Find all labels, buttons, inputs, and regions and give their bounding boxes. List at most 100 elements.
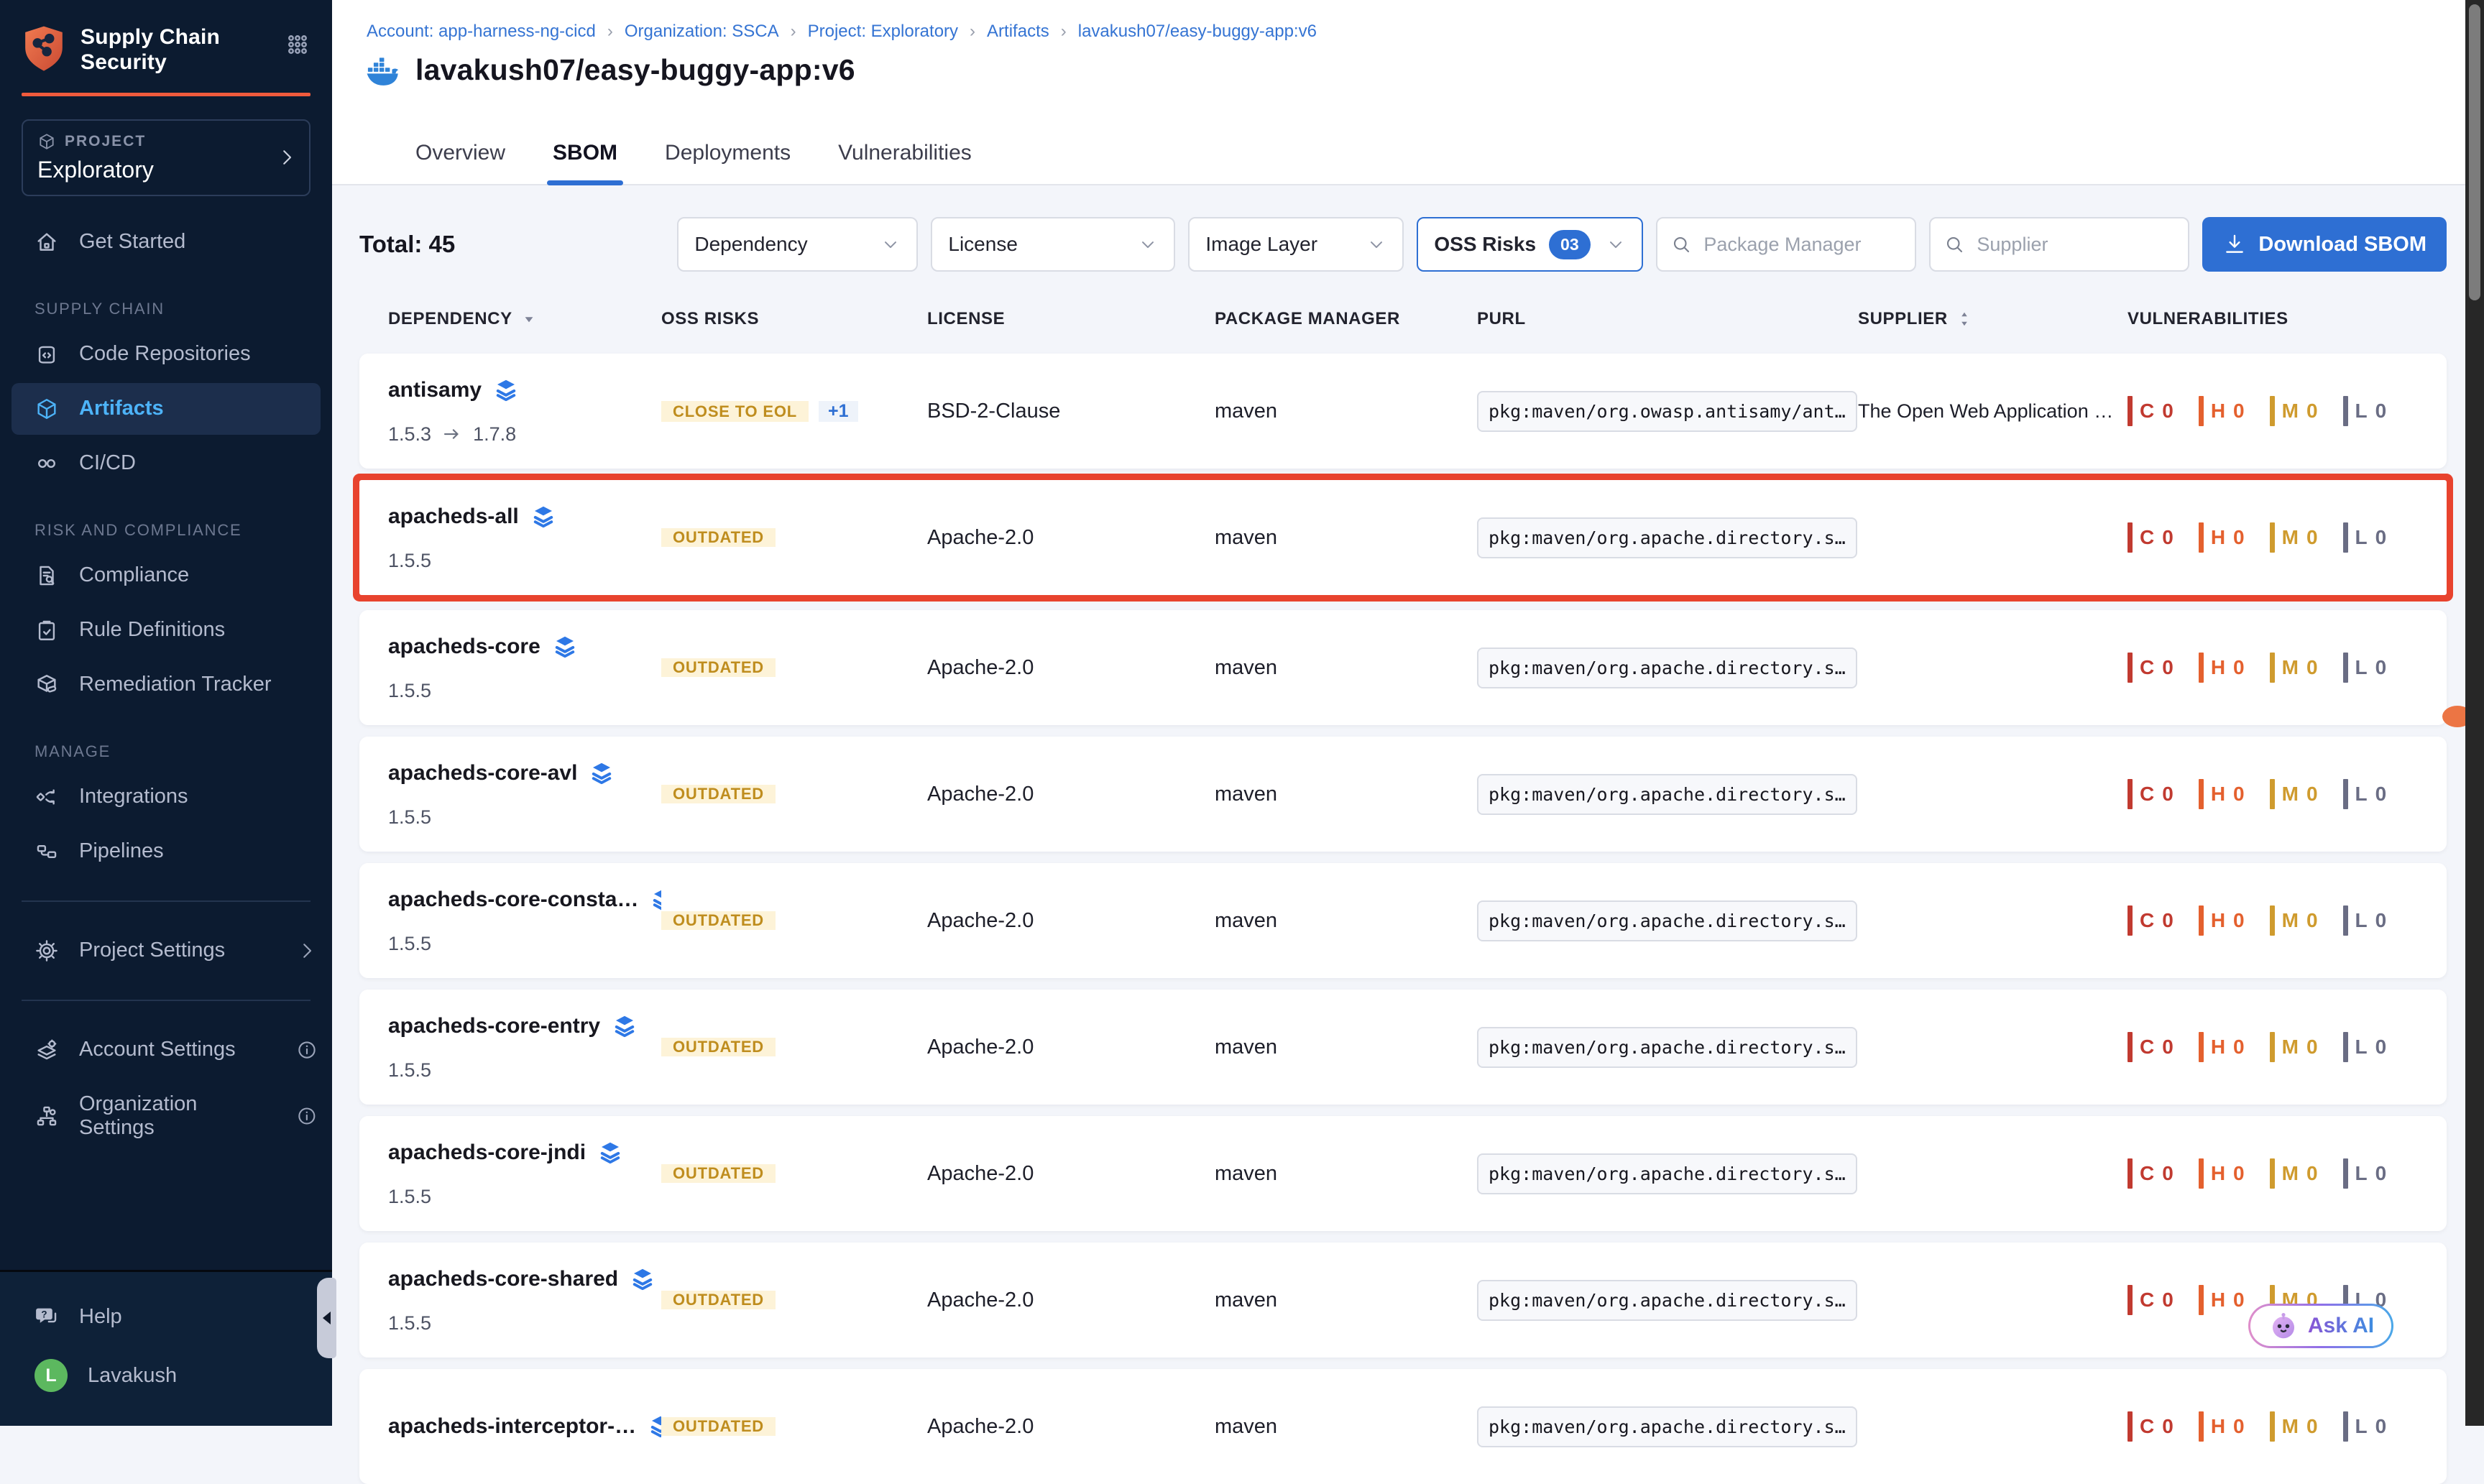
dependency-version: 1.5.5 (388, 806, 661, 829)
breadcrumb-link[interactable]: Project: Exploratory (808, 22, 958, 42)
severity-count: 0 (2375, 400, 2388, 423)
gear-icon (34, 939, 59, 963)
severity-count: 0 (2375, 1415, 2388, 1438)
sidebar-item-organization-settings[interactable]: Organization Settings (0, 1077, 332, 1155)
filter-oss-risks[interactable]: OSS Risks 03 (1417, 217, 1643, 272)
supplier-input[interactable] (1975, 233, 2175, 257)
app-switcher-grid-icon[interactable] (285, 32, 310, 57)
column-header-dependency[interactable]: DEPENDENCY (388, 309, 661, 329)
download-sbom-button[interactable]: Download SBOM (2202, 217, 2447, 272)
table-row[interactable]: apacheds-core-jndi1.5.5OUTDATEDApache-2.… (359, 1116, 2447, 1231)
package-manager-cell: maven (1215, 656, 1477, 680)
nav-section-header: MANAGE (34, 742, 332, 761)
purl-value[interactable]: pkg:maven/org.apache.directory.s… (1477, 1280, 1857, 1321)
vuln-high: H0 (2199, 653, 2245, 683)
filter-dropdowns: Dependency License Image Layer (677, 217, 1404, 272)
dependency-cell: apacheds-core-jndi1.5.5 (388, 1140, 661, 1208)
package-manager-cell: maven (1215, 1415, 1477, 1439)
breadcrumb-link[interactable]: lavakush07/easy-buggy-app:v6 (1078, 22, 1317, 42)
tab-vulnerabilities[interactable]: Vulnerabilities (838, 141, 972, 184)
severity-label: C (2140, 1415, 2155, 1438)
sbom-content: Total: 45 Dependency License Image Layer O… (332, 217, 2465, 1484)
sidebar-item-project-settings[interactable]: Project Settings (0, 923, 332, 978)
sidebar-item-user[interactable]: L Lavakush (0, 1344, 332, 1407)
ask-ai-button[interactable]: Ask AI (2248, 1304, 2393, 1348)
info-icon (296, 1105, 318, 1127)
table-row-highlighted[interactable]: apacheds-all1.5.5OUTDATEDApache-2.0maven… (359, 480, 2447, 595)
filter-label: License (948, 233, 1018, 256)
severity-label: C (2140, 1036, 2155, 1059)
severity-label: M (2282, 1162, 2299, 1185)
purl-value[interactable]: pkg:maven/org.apache.directory.s… (1477, 1406, 1857, 1447)
sidebar-item-compliance[interactable]: Compliance (0, 548, 332, 603)
account-settings-icon (34, 1038, 59, 1062)
sidebar-item-pipelines[interactable]: Pipelines (0, 824, 332, 879)
purl-value[interactable]: pkg:maven/org.apache.directory.s… (1477, 517, 1857, 558)
arrow-right-icon (441, 423, 463, 445)
severity-label: L (2355, 1415, 2368, 1438)
breadcrumb-link[interactable]: Artifacts (987, 22, 1049, 42)
sidebar-item-rule-definitions[interactable]: Rule Definitions (0, 603, 332, 658)
total-count: Total: 45 (359, 231, 455, 258)
dependency-cell: apacheds-interceptor-… (388, 1414, 661, 1439)
severity-bar (2270, 779, 2275, 809)
column-header-supplier[interactable]: SUPPLIER (1858, 309, 2128, 329)
filter-license[interactable]: License (931, 217, 1175, 272)
vuln-low: L0 (2343, 905, 2388, 936)
sidebar-item-get-started[interactable]: Get Started (0, 215, 332, 269)
breadcrumb-link[interactable]: Organization: SSCA (625, 22, 779, 42)
filter-image-layer[interactable]: Image Layer (1188, 217, 1404, 272)
sidebar-item-code-repositories[interactable]: Code Repositories (0, 327, 332, 382)
table-row[interactable]: apacheds-core-consta…1.5.5OUTDATEDApache… (359, 863, 2447, 978)
nav-section-header: SUPPLY CHAIN (34, 300, 332, 318)
filter-dependency[interactable]: Dependency (677, 217, 918, 272)
purl-value[interactable]: pkg:maven/org.apache.directory.s… (1477, 1153, 1857, 1194)
purl-value[interactable]: pkg:maven/org.apache.directory.s… (1477, 1027, 1857, 1068)
table-header: DEPENDENCYOSS RISKSLICENSEPACKAGE MANAGE… (359, 309, 2447, 329)
sidebar-item-artifacts[interactable]: Artifacts (12, 383, 321, 435)
severity-count: 0 (2375, 909, 2388, 932)
page-header: Account: app-harness-ng-cicd›Organizatio… (332, 0, 2465, 185)
sidebar-item-integrations[interactable]: Integrations (0, 770, 332, 824)
table-row[interactable]: apacheds-core-entry1.5.5OUTDATEDApache-2… (359, 990, 2447, 1105)
page-scrollbar[interactable] (2465, 0, 2484, 1426)
sidebar-item-help[interactable]: ? Help (0, 1289, 332, 1344)
more-risks-badge[interactable]: +1 (819, 401, 858, 422)
table-row[interactable]: apacheds-core-avl1.5.5OUTDATEDApache-2.0… (359, 737, 2447, 852)
severity-bar (2199, 1285, 2204, 1315)
purl-value[interactable]: pkg:maven/org.apache.directory.s… (1477, 774, 1857, 815)
package-manager-cell: maven (1215, 1289, 1477, 1312)
table-row[interactable]: apacheds-interceptor-…OUTDATEDApache-2.0… (359, 1369, 2447, 1484)
sidebar-item-label: Organization Settings (79, 1092, 276, 1140)
package-manager-input[interactable] (1702, 233, 1902, 257)
sidebar-item-ci-cd[interactable]: CI/CD (0, 436, 332, 491)
sidebar-collapse-handle[interactable] (317, 1278, 336, 1358)
risk-badge: OUTDATED (661, 1291, 776, 1309)
sidebar-item-account-settings[interactable]: Account Settings (0, 1023, 332, 1077)
severity-label: C (2140, 400, 2155, 423)
vuln-low: L0 (2343, 1158, 2388, 1189)
table-row[interactable]: apacheds-core-shared1.5.5OUTDATEDApache-… (359, 1243, 2447, 1358)
table-row[interactable]: apacheds-core1.5.5OUTDATEDApache-2.0mave… (359, 610, 2447, 725)
license-cell: Apache-2.0 (927, 1162, 1215, 1186)
vuln-low: L0 (2343, 653, 2388, 683)
sidebar-item-remediation-tracker[interactable]: Remediation Tracker (0, 658, 332, 712)
scrollbar-thumb[interactable] (2469, 4, 2480, 300)
tab-sbom[interactable]: SBOM (553, 141, 617, 184)
breadcrumb-link[interactable]: Account: app-harness-ng-cicd (367, 22, 596, 42)
severity-bar (2199, 1411, 2204, 1442)
purl-value[interactable]: pkg:maven/org.apache.directory.s… (1477, 647, 1857, 688)
user-avatar: L (34, 1359, 68, 1392)
oss-risks-cell: OUTDATED (661, 1417, 927, 1436)
tab-deployments[interactable]: Deployments (665, 141, 791, 184)
purl-value[interactable]: pkg:maven/org.apache.directory.s… (1477, 900, 1857, 941)
severity-label: L (2355, 1162, 2368, 1185)
severity-label: H (2211, 1289, 2226, 1312)
purl-value[interactable]: pkg:maven/org.owasp.antisamy/ant… (1477, 391, 1857, 432)
version-upgrade: 1.7.8 (473, 423, 516, 446)
tab-overview[interactable]: Overview (415, 141, 505, 184)
app-title: Supply Chain Security (80, 24, 233, 75)
project-selector[interactable]: PROJECT Exploratory (22, 119, 310, 196)
risk-badge: OUTDATED (661, 1038, 776, 1056)
table-row[interactable]: antisamy1.5.31.7.8CLOSE TO EOL+1BSD-2-Cl… (359, 354, 2447, 469)
